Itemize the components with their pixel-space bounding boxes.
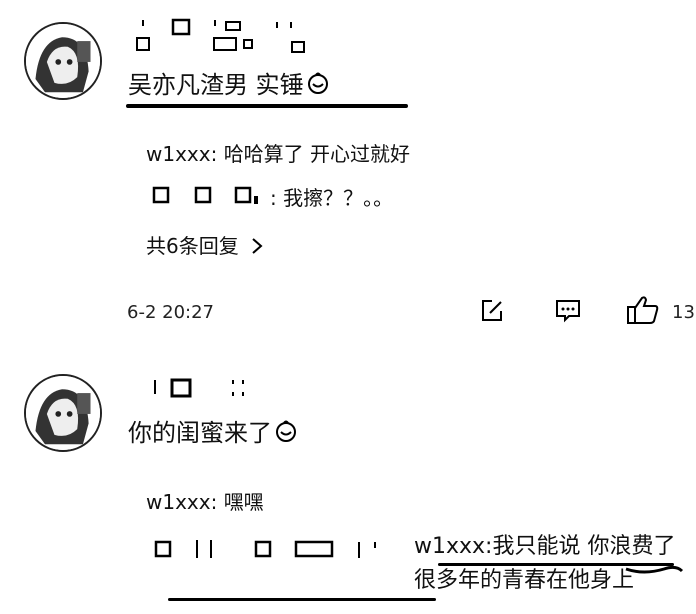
underline-annotation bbox=[126, 104, 408, 108]
reply-text: 哈哈算了 开心过就好 bbox=[223, 142, 411, 166]
reply-text: 嘿嘿 bbox=[223, 490, 264, 514]
reply-text: : 我擦？？。。 bbox=[270, 186, 394, 210]
edit-icon bbox=[479, 298, 505, 328]
reply-user[interactable]: w1xxx: bbox=[146, 490, 217, 514]
chevron-right-icon bbox=[251, 236, 263, 260]
reply-user[interactable]: w1xxx: bbox=[146, 142, 217, 166]
comment-text: 吴亦凡渣男 实锤 bbox=[128, 71, 304, 99]
smile-emoji-icon bbox=[306, 71, 330, 102]
more-replies-label: 共6条回复 bbox=[146, 234, 239, 258]
username-glyph bbox=[134, 16, 154, 59]
underline-annotation bbox=[624, 560, 684, 579]
edit-button[interactable] bbox=[477, 298, 507, 328]
username-glyph bbox=[152, 376, 212, 405]
avatar-image bbox=[26, 24, 100, 98]
reply-user-glyphs[interactable] bbox=[152, 184, 270, 215]
thumbs-up-icon bbox=[626, 294, 660, 330]
underline-annotation bbox=[168, 598, 436, 601]
more-replies-link[interactable]: 共6条回复 bbox=[146, 230, 263, 260]
reply-user[interactable]: w1xxx: bbox=[414, 534, 492, 559]
like-button[interactable]: 13 bbox=[626, 296, 695, 328]
reply-1-2[interactable]: : 我擦？？。。 bbox=[152, 184, 393, 215]
reply-2-2-user-glyphs[interactable] bbox=[152, 538, 412, 566]
smile-emoji-icon bbox=[274, 419, 298, 450]
timestamp: 6-2 20:27 bbox=[127, 302, 214, 323]
reply-1-1[interactable]: w1xxx: 哈哈算了 开心过就好 bbox=[146, 140, 410, 168]
username-glyph bbox=[210, 16, 258, 59]
comment-text-1: 吴亦凡渣男 实锤 bbox=[128, 70, 330, 102]
avatar-comment-2[interactable] bbox=[24, 374, 102, 452]
comment-icon bbox=[554, 298, 582, 328]
reply-2-1[interactable]: w1xxx: 嘿嘿 bbox=[146, 488, 264, 516]
comment-button[interactable] bbox=[553, 298, 583, 328]
comment-text: 你的闺蜜来了 bbox=[128, 419, 272, 447]
like-count: 13 bbox=[672, 301, 695, 323]
avatar-image bbox=[26, 376, 100, 450]
username-comment-2[interactable] bbox=[152, 376, 254, 405]
comment-text-2: 你的闺蜜来了 bbox=[128, 418, 298, 450]
username-comment-1[interactable] bbox=[134, 16, 312, 59]
username-glyph bbox=[272, 16, 312, 59]
username-glyph bbox=[168, 16, 196, 59]
avatar-comment-1[interactable] bbox=[24, 22, 102, 100]
username-glyph bbox=[226, 376, 254, 405]
